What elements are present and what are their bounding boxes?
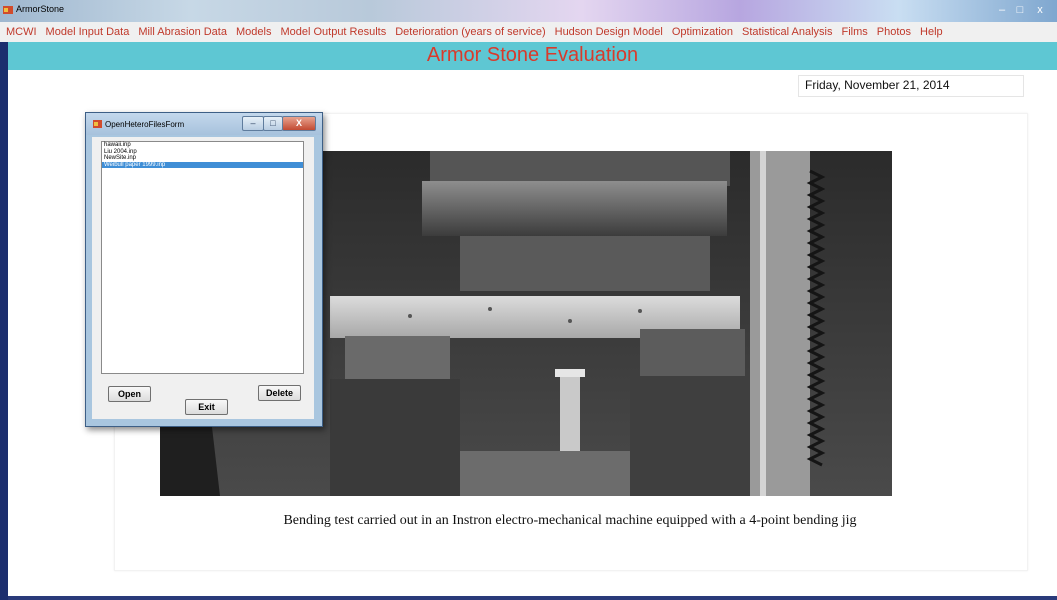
file-listbox[interactable]: hawaii.inp Liu 2004.inp NewSite.inp Weib…	[101, 141, 304, 374]
menu-photos[interactable]: Photos	[877, 26, 911, 38]
menu-optimization[interactable]: Optimization	[672, 26, 733, 38]
menu-model-input-data[interactable]: Model Input Data	[46, 26, 130, 38]
armorstone-app-window: ArmorStone – □ x MCWI Model Input Data M…	[0, 0, 1057, 600]
bottom-border	[8, 596, 1057, 600]
menu-films[interactable]: Films	[841, 26, 867, 38]
window-title: ArmorStone	[16, 4, 65, 14]
menu-hudson-design-model[interactable]: Hudson Design Model	[555, 26, 663, 38]
menu-model-output-results[interactable]: Model Output Results	[280, 26, 386, 38]
app-icon	[3, 6, 13, 14]
menu-help[interactable]: Help	[920, 26, 943, 38]
menu-statistical-analysis[interactable]: Statistical Analysis	[742, 26, 832, 38]
window-title-bar[interactable]: ArmorStone – □ x	[0, 0, 1057, 22]
close-button[interactable]: x	[1032, 4, 1048, 16]
dialog-title: OpenHeteroFilesForm	[105, 120, 185, 129]
menu-mcwi[interactable]: MCWI	[6, 26, 37, 38]
date-display: Friday, November 21, 2014	[798, 75, 1024, 97]
dialog-title-bar[interactable]: OpenHeteroFilesForm – □ X	[86, 113, 322, 135]
delete-button[interactable]: Delete	[258, 385, 301, 401]
menu-mill-abrasion-data[interactable]: Mill Abrasion Data	[138, 26, 227, 38]
figure-caption: Bending test carried out in an Instron e…	[283, 513, 857, 528]
exit-button[interactable]: Exit	[185, 399, 228, 415]
left-border	[0, 42, 8, 600]
open-button[interactable]: Open	[108, 386, 151, 402]
open-hetero-files-dialog: OpenHeteroFilesForm – □ X hawaii.inp Liu…	[85, 112, 323, 427]
minimize-button[interactable]: –	[994, 4, 1010, 16]
page-title: Armor Stone Evaluation	[426, 44, 639, 66]
dialog-close-button[interactable]: X	[282, 116, 316, 131]
file-item-weibull-paper-1999[interactable]: Weibull paper 1999.inp	[102, 161, 303, 168]
menu-models[interactable]: Models	[236, 26, 271, 38]
dialog-maximize-button[interactable]: □	[263, 116, 283, 131]
date-text: Friday, November 21, 2014	[805, 78, 950, 92]
menu-bar: MCWI Model Input Data Mill Abrasion Data…	[0, 22, 1057, 42]
maximize-button[interactable]: □	[1012, 4, 1028, 16]
header-band: Armor Stone Evaluation	[8, 42, 1057, 70]
dialog-app-icon	[93, 120, 102, 128]
dialog-minimize-button[interactable]: –	[242, 116, 264, 131]
menu-deterioration[interactable]: Deterioration (years of service)	[395, 26, 545, 38]
